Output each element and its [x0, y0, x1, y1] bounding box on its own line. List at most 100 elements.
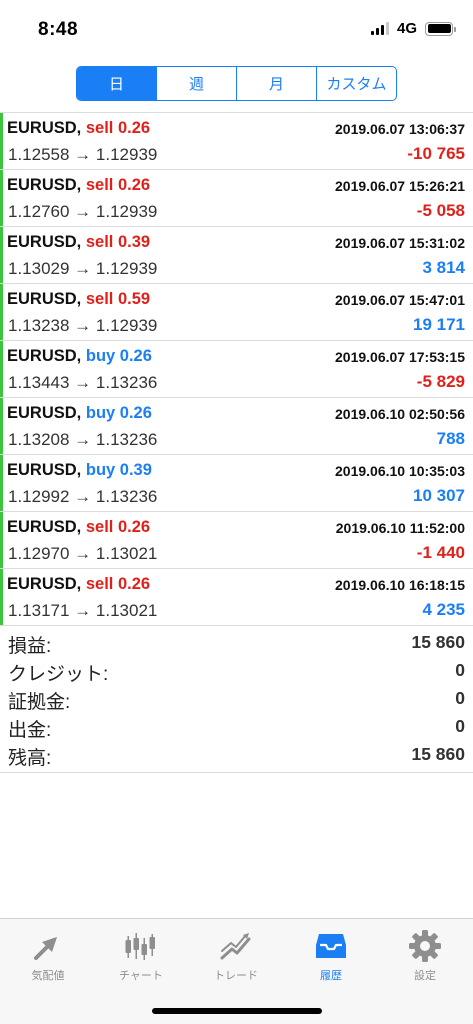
summary-value: 15 860 [411, 632, 465, 652]
tab-trade[interactable]: トレード [196, 929, 276, 991]
trade-row[interactable]: EURUSD, buy 0.26 2019.06.10 02:50:56 1.1… [0, 398, 473, 455]
row-marker [0, 398, 3, 454]
home-indicator [152, 1008, 322, 1014]
row-marker [0, 170, 3, 226]
trade-profit: -5 829 [416, 372, 465, 391]
trade-icon [220, 933, 251, 960]
period-segmented-control: 日 週 月 カスタム [76, 66, 397, 101]
trade-title: EURUSD, sell 0.59 [7, 290, 150, 309]
trade-profit: 3 814 [422, 258, 465, 277]
trade-row[interactable]: EURUSD, buy 0.39 2019.06.10 10:35:03 1.1… [0, 455, 473, 512]
trade-profit: -1 440 [416, 543, 465, 562]
status-bar: 8:48 4G [0, 0, 473, 56]
summary-label: 出金: [8, 720, 52, 741]
trade-title: EURUSD, buy 0.26 [7, 404, 152, 423]
trade-side: sell 0.59 [85, 290, 151, 308]
trade-time: 2019.06.07 17:53:15 [335, 349, 465, 365]
status-indicators: 4G [370, 20, 456, 37]
summary-row-balance: 残高: 15 860 [0, 739, 473, 769]
trade-side: sell 0.26 [85, 575, 151, 593]
tab-label: 履歴 [320, 970, 342, 982]
summary-value: 0 [455, 716, 465, 736]
network-type: 4G [396, 20, 417, 37]
trade-profit: -10 765 [407, 144, 465, 163]
tab-label: 設定 [414, 970, 436, 982]
summary-row-withdrawal: 出金: 0 [0, 711, 473, 741]
cellular-signal-icon [370, 22, 389, 35]
summary-row-credit: クレジット: 0 [0, 655, 473, 685]
summary-row-profit: 損益: 15 860 [0, 627, 473, 657]
trade-row[interactable]: EURUSD, sell 0.26 2019.06.10 16:18:15 1.… [0, 569, 473, 626]
period-tab-week[interactable]: 週 [156, 67, 236, 100]
trade-time: 2019.06.07 13:06:37 [335, 121, 465, 137]
row-marker [0, 569, 3, 625]
trade-time: 2019.06.07 15:26:21 [335, 178, 465, 194]
summary-row-deposit: 証拠金: 0 [0, 683, 473, 713]
row-marker [0, 227, 3, 283]
summary-value: 0 [455, 688, 465, 708]
tab-settings[interactable]: 設定 [385, 929, 465, 991]
status-time: 8:48 [38, 19, 79, 40]
trade-row[interactable]: EURUSD, sell 0.26 2019.06.07 15:26:21 1.… [0, 170, 473, 227]
summary-label: 損益: [8, 636, 52, 657]
trade-time: 2019.06.10 10:35:03 [335, 463, 465, 479]
trade-side: sell 0.26 [85, 119, 151, 137]
trade-prices: 1.12992 → 1.13236 [8, 487, 158, 506]
trade-profit: -5 058 [416, 201, 465, 220]
quotes-icon [34, 937, 57, 960]
trade-title: EURUSD, buy 0.26 [7, 347, 152, 366]
trade-symbol: EURUSD, [7, 119, 82, 137]
trade-title: EURUSD, sell 0.26 [7, 575, 150, 594]
trade-title: EURUSD, sell 0.39 [7, 233, 150, 252]
summary-label: 証拠金: [8, 692, 71, 713]
trade-title: EURUSD, sell 0.26 [7, 176, 150, 195]
trade-prices: 1.13443 → 1.13236 [8, 373, 158, 392]
tab-chart[interactable]: チャート [101, 929, 181, 991]
tab-quotes[interactable]: 気配値 [8, 929, 88, 991]
trade-row[interactable]: EURUSD, buy 0.26 2019.06.07 17:53:15 1.1… [0, 341, 473, 398]
row-marker [0, 512, 3, 568]
tab-history[interactable]: 履歴 [291, 929, 371, 991]
trade-time: 2019.06.07 15:47:01 [335, 292, 465, 308]
trade-history-list: EURUSD, sell 0.26 2019.06.07 13:06:37 1.… [0, 112, 473, 626]
trade-side: sell 0.39 [85, 233, 151, 251]
summary-value: 15 860 [411, 744, 465, 764]
trade-row[interactable]: EURUSD, sell 0.26 2019.06.07 13:06:37 1.… [0, 113, 473, 170]
tab-label: トレード [214, 970, 258, 982]
trade-row[interactable]: EURUSD, sell 0.39 2019.06.07 15:31:02 1.… [0, 227, 473, 284]
trade-prices: 1.13208 → 1.13236 [8, 430, 158, 449]
period-tab-month[interactable]: 月 [236, 67, 316, 100]
trade-prices: 1.13029 → 1.12939 [8, 259, 158, 278]
summary-label: クレジット: [8, 664, 109, 685]
battery-icon [425, 21, 456, 36]
trade-time: 2019.06.10 02:50:56 [335, 406, 465, 422]
trade-title: EURUSD, sell 0.26 [7, 119, 150, 138]
gear-icon [409, 930, 441, 962]
trade-profit: 19 171 [413, 315, 465, 334]
period-tab-custom[interactable]: カスタム [316, 67, 396, 100]
trade-symbol: EURUSD, [7, 404, 82, 422]
trade-prices: 1.13238 → 1.12939 [8, 316, 158, 335]
trade-symbol: EURUSD, [7, 518, 82, 536]
account-summary: 損益: 15 860 クレジット: 0 証拠金: 0 出金: 0 残高: 15 … [0, 627, 473, 773]
trade-row[interactable]: EURUSD, sell 0.59 2019.06.07 15:47:01 1.… [0, 284, 473, 341]
trade-row[interactable]: EURUSD, sell 0.26 2019.06.10 11:52:00 1.… [0, 512, 473, 569]
trade-prices: 1.12558 → 1.12939 [8, 145, 158, 164]
trade-time: 2019.06.07 15:31:02 [335, 235, 465, 251]
trade-side: buy 0.26 [85, 347, 152, 365]
history-inbox-icon [316, 934, 346, 958]
row-marker [0, 341, 3, 397]
trade-symbol: EURUSD, [7, 290, 82, 308]
tab-label: チャート [119, 970, 163, 982]
trade-prices: 1.12970 → 1.13021 [8, 544, 158, 563]
candlestick-chart-icon [125, 933, 155, 960]
period-tab-day[interactable]: 日 [77, 67, 156, 100]
trade-symbol: EURUSD, [7, 347, 82, 365]
trade-symbol: EURUSD, [7, 575, 82, 593]
summary-value: 0 [455, 660, 465, 680]
row-marker [0, 455, 3, 511]
trade-title: EURUSD, buy 0.39 [7, 461, 152, 480]
summary-label: 残高: [8, 748, 52, 769]
trade-prices: 1.12760 → 1.12939 [8, 202, 158, 221]
row-marker [0, 284, 3, 340]
